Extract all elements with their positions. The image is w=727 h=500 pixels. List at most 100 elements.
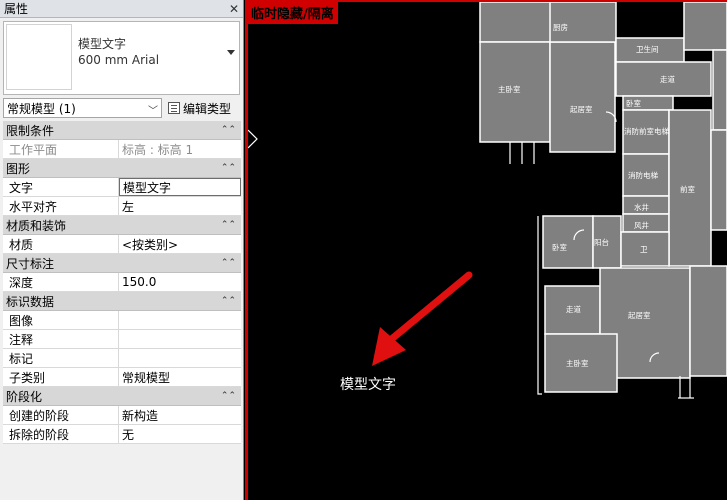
plan-room <box>689 265 727 377</box>
property-row: 材质 <按类别> <box>3 235 241 254</box>
exterior-wall <box>537 216 542 395</box>
room-label: 消防前室电梯 <box>624 126 669 136</box>
dropdown-arrow-icon[interactable] <box>227 50 235 55</box>
room-label: 走道 <box>660 74 675 84</box>
property-row: 深度 150.0 <box>3 273 241 292</box>
room-label: 起居室 <box>628 310 651 320</box>
collapse-icon[interactable]: ⌃⌃ <box>221 258 241 268</box>
window-lines <box>509 142 535 164</box>
category-label: 标识数据 <box>6 294 55 309</box>
category-filter-value: 常规模型 (1) <box>7 101 76 116</box>
properties-title: 属性 <box>4 2 29 16</box>
model-text-element[interactable]: 模型文字 <box>340 374 396 394</box>
property-value[interactable]: 无 <box>119 425 241 443</box>
plan-room <box>549 41 616 153</box>
category-filter-dropdown[interactable]: 常规模型 (1) ﹀ <box>3 98 162 118</box>
collapse-icon[interactable]: ⌃⌃ <box>221 220 241 230</box>
property-value: 标高 : 标高 1 <box>122 142 194 157</box>
plan-room <box>712 49 727 131</box>
room-label: 阳台 <box>594 237 609 247</box>
room-label: 卧室 <box>626 98 641 108</box>
room-label: 厨房 <box>553 22 568 32</box>
plan-room <box>683 2 727 51</box>
filter-row: 常规模型 (1) ﹀ 编辑类型 <box>3 98 241 118</box>
category-label: 图形 <box>6 161 31 176</box>
property-value[interactable]: 新构造 <box>119 406 241 424</box>
plan-room <box>549 2 617 43</box>
edit-type-button[interactable]: 编辑类型 <box>162 98 241 118</box>
room-label: 走道 <box>566 304 581 314</box>
property-key: 子类别 <box>3 368 119 386</box>
property-row: 注释 <box>3 330 241 349</box>
room-label: 主卧室 <box>566 358 589 368</box>
property-row: 工作平面 标高 : 标高 1 <box>3 140 241 159</box>
properties-grid: 限制条件 ⌃⌃ 工作平面 标高 : 标高 1 图形 ⌃⌃ 文字 模型文字 水平对齐左 材… <box>3 121 241 444</box>
category-label: 限制条件 <box>6 123 55 138</box>
section-marker-icon <box>248 129 258 149</box>
property-key: 图像 <box>3 311 119 329</box>
collapse-icon[interactable]: ⌃⌃ <box>221 296 241 306</box>
category-label: 尺寸标注 <box>6 256 55 271</box>
property-key: 文字 <box>3 178 119 196</box>
temporary-hide-isolate-banner[interactable]: 临时隐藏/隔离 <box>248 2 338 24</box>
property-value[interactable]: 左 <box>119 197 241 215</box>
category-materials[interactable]: 材质和装饰 ⌃⌃ <box>3 216 241 235</box>
category-phasing[interactable]: 阶段化 ⌃⌃ <box>3 387 241 406</box>
property-row: 图像 <box>3 311 241 330</box>
type-selector[interactable]: 模型文字 600 mm Arial <box>3 21 240 95</box>
property-value[interactable]: <按类别> <box>119 235 241 253</box>
properties-panel: 属性 ✕ 模型文字 600 mm Arial 常规模型 (1) ﹀ 编辑类型 限… <box>0 0 244 500</box>
property-key: 拆除的阶段 <box>3 425 119 443</box>
room-label: 卫生间 <box>636 44 659 54</box>
property-row: 拆除的阶段无 <box>3 425 241 444</box>
property-key: 创建的阶段 <box>3 406 119 424</box>
property-value[interactable] <box>119 349 241 367</box>
edit-type-label: 编辑类型 <box>183 101 232 116</box>
category-label: 阶段化 <box>6 389 43 404</box>
property-row: 创建的阶段 新构造 <box>3 406 241 425</box>
room-label: 卫 <box>640 245 648 254</box>
floor-plan: 厨房 卫生间 主卧室 起居室 走道 卧室 前室 消防前室电梯 消防电梯 水井 风… <box>248 2 727 399</box>
property-key: 工作平面 <box>3 140 119 158</box>
collapse-icon[interactable]: ⌃⌃ <box>221 163 241 173</box>
room-label: 消防电梯 <box>628 170 658 180</box>
property-value[interactable] <box>119 330 241 348</box>
property-key: 深度 <box>3 273 119 291</box>
category-graphics[interactable]: 图形 ⌃⌃ <box>3 159 241 178</box>
property-value[interactable]: 150.0 <box>119 273 241 291</box>
type-name: 模型文字 600 mm Arial <box>78 36 159 68</box>
property-key: 注释 <box>3 330 119 348</box>
chevron-down-icon: ﹀ <box>148 106 158 117</box>
category-label: 材质和装饰 <box>6 218 67 233</box>
red-arrow-icon <box>372 271 473 366</box>
plan-room <box>542 215 594 269</box>
category-identity-data[interactable]: 标识数据 ⌃⌃ <box>3 292 241 311</box>
category-dimensions[interactable]: 尺寸标注 ⌃⌃ <box>3 254 241 273</box>
plan-room <box>710 129 727 231</box>
category-constraints[interactable]: 限制条件 ⌃⌃ <box>3 121 241 140</box>
room-label: 风井 <box>634 220 649 230</box>
type-variant: 600 mm Arial <box>78 53 160 67</box>
property-row: 标记 <box>3 349 241 368</box>
room-label: 前室 <box>680 184 695 194</box>
close-icon[interactable]: ✕ <box>229 2 239 16</box>
drawing-canvas[interactable]: 厨房 卫生间 主卧室 起居室 走道 卧室 前室 消防前室电梯 消防电梯 水井 风… <box>245 0 727 500</box>
room-label: 主卧室 <box>498 84 521 94</box>
property-value[interactable] <box>119 311 241 329</box>
property-row: 文字 模型文字 <box>3 178 241 197</box>
type-family: 模型文字 <box>78 37 127 51</box>
collapse-icon[interactable]: ⌃⌃ <box>221 391 241 401</box>
type-preview-thumbnail <box>6 24 72 90</box>
text-value-field[interactable]: 模型文字 <box>119 178 241 196</box>
collapse-icon[interactable]: ⌃⌃ <box>221 125 241 135</box>
property-key: 材质 <box>3 235 119 253</box>
property-row: 子类别 常规模型 <box>3 368 241 387</box>
room-label: 卧室 <box>552 242 567 252</box>
property-key: 标记 <box>3 349 119 367</box>
edit-type-icon <box>168 102 180 114</box>
room-label: 水井 <box>634 202 649 212</box>
property-row: 水平对齐左 <box>3 197 241 216</box>
property-value[interactable]: 常规模型 <box>119 368 241 386</box>
properties-title-bar: 属性 ✕ <box>0 0 243 18</box>
room-label: 起居室 <box>570 104 593 114</box>
